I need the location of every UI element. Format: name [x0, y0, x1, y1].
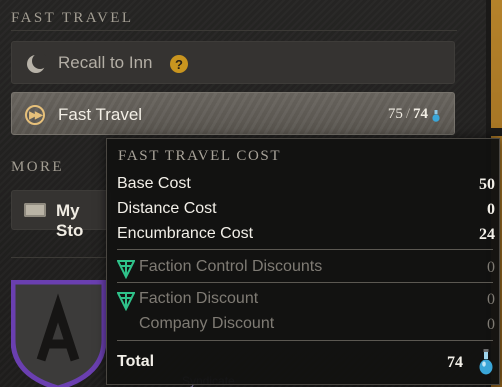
tooltip-divider	[117, 282, 493, 283]
fast-travel-cost-tooltip: FAST TRAVEL COST Base Cost 50 Distance C…	[106, 138, 500, 385]
fast-forward-circle-icon: ▶▶	[25, 105, 45, 125]
my-storage-button[interactable]: My Sto	[11, 190, 111, 240]
azoth-potion-icon	[432, 110, 440, 122]
recall-to-inn-button[interactable]: Recall to Inn ?	[11, 41, 455, 84]
distance-cost-label: Distance Cost	[117, 200, 217, 217]
encumbrance-cost-value: 24	[479, 226, 495, 243]
faction-control-discounts-row: Faction Control Discounts 0	[117, 258, 497, 280]
distance-cost-row: Distance Cost 0	[117, 200, 497, 222]
tooltip-divider	[117, 249, 493, 250]
section-divider	[11, 30, 457, 31]
faction-discount-row: Faction Discount 0	[117, 290, 497, 312]
base-cost-label: Base Cost	[117, 175, 191, 192]
section-header-more: MORE	[11, 159, 64, 175]
azoth-max: 74	[413, 106, 428, 122]
faction-discount-label: Faction Discount	[139, 290, 259, 307]
tooltip-divider	[117, 340, 493, 341]
faction-control-discounts-label: Faction Control Discounts	[139, 258, 323, 275]
fast-travel-label: Fast Travel	[58, 105, 143, 124]
company-discount-value: 0	[487, 316, 495, 333]
total-label: Total	[117, 353, 155, 370]
encumbrance-cost-label: Encumbrance Cost	[117, 225, 254, 242]
distance-cost-value: 0	[487, 201, 495, 218]
section-header-fast-travel: FAST TRAVEL	[11, 10, 134, 26]
total-row: Total 74	[117, 349, 497, 375]
company-emblem	[11, 280, 106, 387]
company-discount-row: Company Discount 0	[117, 315, 497, 337]
fast-travel-button[interactable]: ▶▶ Fast Travel 75/74	[11, 92, 455, 135]
faction-discount-value: 0	[487, 291, 495, 308]
tooltip-title: FAST TRAVEL COST	[118, 148, 282, 164]
total-value: 74	[447, 354, 463, 371]
storage-icon	[24, 203, 46, 217]
base-cost-value: 50	[479, 176, 495, 193]
question-circle-icon[interactable]: ?	[170, 55, 188, 73]
recall-to-inn-label: Recall to Inn	[58, 53, 153, 72]
faction-emblem-icon	[117, 292, 135, 311]
azoth-separator: /	[405, 106, 410, 122]
azoth-potion-icon	[479, 349, 493, 375]
faction-control-discounts-value: 0	[487, 259, 495, 276]
faction-emblem-icon	[117, 260, 135, 279]
my-storage-label: My Sto	[56, 201, 84, 240]
encumbrance-cost-row: Encumbrance Cost 24	[117, 225, 497, 247]
side-panel-edge-notch	[486, 128, 502, 136]
moon-icon	[27, 54, 46, 73]
section-divider-lower	[11, 257, 106, 258]
azoth-count: 75/74	[388, 106, 428, 123]
company-discount-label: Company Discount	[139, 315, 275, 332]
azoth-current: 75	[387, 106, 403, 122]
base-cost-row: Base Cost 50	[117, 175, 497, 197]
